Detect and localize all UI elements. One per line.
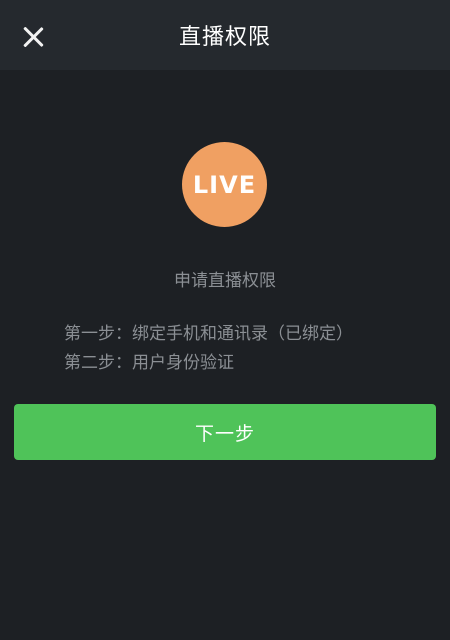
step-two: 第二步：用户身份验证 [64,353,234,373]
top-bar: 直播权限 [0,0,450,70]
live-logo: LIVE [182,142,267,227]
live-logo-text: LIVE [192,170,257,199]
steps-list: 第一步：绑定手机和通讯录（已绑定） 第二步：用户身份验证 [64,320,353,378]
apply-title: 申请直播权限 [174,271,276,291]
close-icon[interactable] [18,22,48,52]
next-button[interactable]: 下一步 [14,404,436,460]
screen: 直播权限 LIVE 申请直播权限 第一步：绑定手机和通讯录（已绑定） 第二步：用… [0,0,450,640]
next-button-label: 下一步 [194,422,255,445]
step-one: 第一步：绑定手机和通讯录（已绑定） [64,324,353,344]
page-title: 直播权限 [178,25,271,50]
